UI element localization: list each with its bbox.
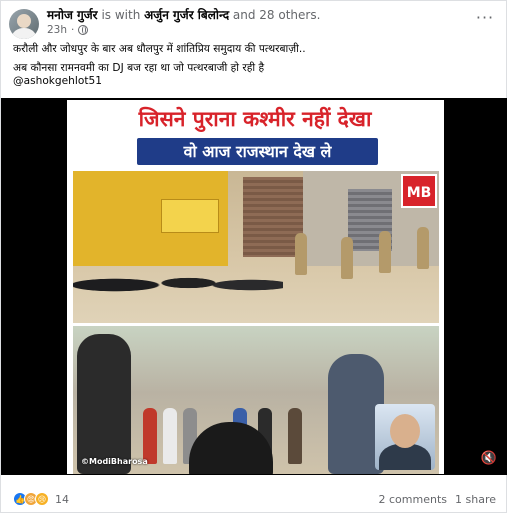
more-options-button[interactable]: ··· — [472, 7, 498, 27]
video-watermark: ©ModiBharosa — [81, 457, 148, 466]
mention-link[interactable]: @ashokgehlot51 — [13, 75, 494, 89]
channel-logo: MB — [401, 174, 437, 208]
post-time[interactable]: 23h — [47, 23, 67, 37]
video-title-line-2: वो आज राजस्थान देख ले — [137, 138, 378, 165]
engagement-stats: 2 comments 1 share — [379, 493, 497, 506]
speaker-muted-icon[interactable]: 🔇 — [480, 451, 498, 467]
policeman-figure — [295, 233, 307, 275]
with-text: is with — [101, 8, 141, 22]
shop-sign — [161, 199, 219, 233]
post-line-1: करौली और जोधपुर के बार अब धौलपुर में शां… — [13, 43, 306, 55]
crowd-figure — [163, 408, 177, 464]
sad-icon[interactable]: 😢 — [35, 492, 49, 506]
author-avatar[interactable] — [9, 9, 39, 39]
tagged-person[interactable]: अर्जुन गुर्जर बिलोन्द — [144, 8, 229, 22]
foreground-person — [77, 334, 131, 474]
crowd-figure — [288, 408, 302, 464]
others-link[interactable]: and 28 others. — [233, 8, 321, 22]
shares-count-link[interactable]: 1 share — [455, 493, 496, 506]
author-name[interactable]: मनोज गुर्जर — [47, 8, 98, 22]
reaction-count[interactable]: 14 — [55, 493, 69, 506]
video-frame: जिसने पुराना कश्मीर नहीं देखा वो आज राजस… — [67, 100, 444, 474]
parked-motorcycles — [73, 261, 283, 301]
post-card: मनोज गुर्जर is with अर्जुन गुर्जर बिलोन्… — [0, 0, 507, 513]
comments-count-link[interactable]: 2 comments — [379, 493, 448, 506]
post-line-2: अब कौनसा रामनवमी का DJ बज रहा था जो पत्थ… — [13, 61, 265, 74]
post-header-text: मनोज गुर्जर is with अर्जुन गुर्जर बिलोन्… — [47, 7, 472, 37]
globe-icon — [78, 25, 89, 35]
author-line: मनोज गुर्जर is with अर्जुन गुर्जर बिलोन्… — [47, 7, 472, 23]
crowd-figure — [143, 408, 157, 464]
post-footer: 👍 😡 😢 14 2 comments 1 share — [13, 489, 496, 509]
policeman-figure — [417, 227, 429, 269]
street-scene-photo: MB — [73, 171, 439, 323]
video-player[interactable]: जिसने पुराना कश्मीर नहीं देखा वो आज राजस… — [1, 98, 507, 475]
video-title-line-1: जिसने पुराना कश्मीर नहीं देखा — [138, 107, 372, 131]
policeman-figure — [341, 237, 353, 279]
politician-inset-photo — [375, 404, 435, 470]
post-meta: 23h · — [47, 23, 472, 37]
post-header: मनोज गुर्जर is with अर्जुन गुर्जर बिलोन्… — [9, 7, 498, 41]
post-text: करौली और जोधपुर के बार अब धौलपुर में शां… — [13, 43, 494, 89]
policeman-figure — [379, 231, 391, 273]
crowd-scene-photo: ©ModiBharosa — [73, 326, 439, 474]
shop-shutter — [243, 177, 303, 257]
